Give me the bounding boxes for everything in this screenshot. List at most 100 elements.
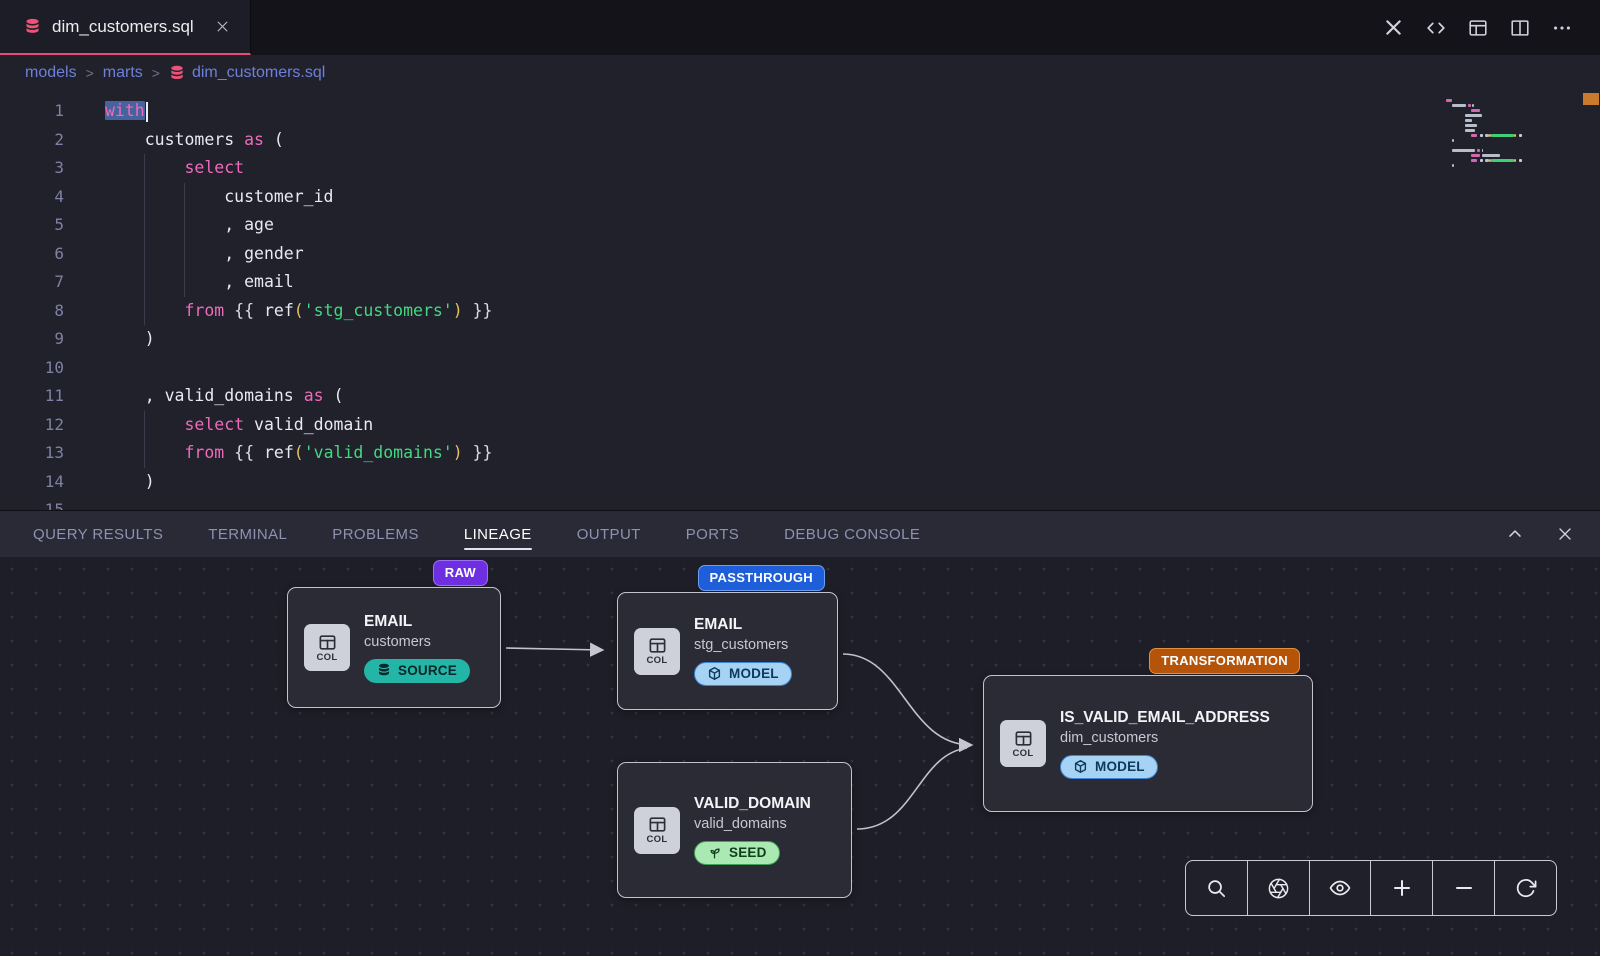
code-line[interactable]: 4 customer_id <box>0 183 1600 212</box>
code-token: ) <box>453 301 463 320</box>
dbt-extension-icon[interactable] <box>1377 11 1410 44</box>
code-token <box>224 301 234 320</box>
search-button[interactable] <box>1186 861 1248 915</box>
column-icon-label: COL <box>647 656 668 666</box>
lineage-node-customers[interactable]: RAWCOLEMAILcustomersSOURCE <box>287 587 501 708</box>
line-number: 8 <box>0 297 64 326</box>
panel-tab-bar: QUERY RESULTS TERMINAL PROBLEMS LINEAGE OUTP… <box>0 510 1600 557</box>
line-number: 5 <box>0 211 64 240</box>
code-line[interactable]: 13 from {{ ref('valid_domains') }} <box>0 439 1600 468</box>
lineage-node-dim_customers[interactable]: TRANSFORMATIONCOLIS_VALID_EMAIL_ADDRESSd… <box>983 675 1313 812</box>
breadcrumb-item-dim-customers-sql[interactable]: dim_customers.sql <box>169 64 325 82</box>
selected-token: with <box>105 101 145 120</box>
code-token: }} <box>473 301 493 320</box>
node-title: EMAIL <box>364 613 470 631</box>
code-line[interactable]: 8 from {{ ref('stg_customers') }} <box>0 297 1600 326</box>
panel-tab-debug-console[interactable]: DEBUG CONSOLE <box>784 511 920 557</box>
code-line[interactable]: 15 <box>0 496 1600 510</box>
node-tag-passthrough: PASSTHROUGH <box>698 565 825 591</box>
minimap-line <box>1446 149 1554 152</box>
panel-tab-output[interactable]: OUTPUT <box>577 511 641 557</box>
code-token: ( <box>294 301 304 320</box>
text-cursor <box>146 102 148 122</box>
breadcrumb-item-models[interactable]: models <box>25 64 77 82</box>
line-number: 1 <box>0 97 64 126</box>
line-number: 6 <box>0 240 64 269</box>
code-line[interactable]: 6 , gender <box>0 240 1600 269</box>
table-icon[interactable] <box>1461 11 1494 44</box>
node-badge-model: MODEL <box>694 662 792 686</box>
code-text: ) <box>105 468 155 497</box>
lineage-node-stg_customers[interactable]: PASSTHROUGHCOLEMAILstg_customersMODEL <box>617 592 838 710</box>
editor-actions <box>1377 0 1600 55</box>
breadcrumb-separator: > <box>86 65 94 81</box>
column-icon: COL <box>634 628 680 675</box>
code-line[interactable]: 5 , age <box>0 211 1600 240</box>
column-icon-label: COL <box>647 835 668 845</box>
lineage-node-valid_domains[interactable]: COLVALID_DOMAINvalid_domainsSEED <box>617 762 852 898</box>
line-number: 13 <box>0 439 64 468</box>
more-actions-icon[interactable] <box>1545 11 1578 44</box>
tab-dim-customers-sql[interactable]: dim_customers.sql <box>0 0 251 55</box>
code-token: valid_domain <box>244 415 373 434</box>
code-editor[interactable]: 1 with 2 customers as (3 select4 customer_… <box>0 91 1600 510</box>
code-line[interactable]: 14 ) <box>0 468 1600 497</box>
code-token: {{ <box>234 301 254 320</box>
code-line[interactable]: 2 customers as ( <box>0 126 1600 155</box>
code-token: ) <box>105 472 155 491</box>
column-icon: COL <box>634 807 680 854</box>
editor-tab-bar: dim_customers.sql <box>0 0 1600 55</box>
aperture-button[interactable] <box>1248 861 1310 915</box>
eye-button[interactable] <box>1310 861 1372 915</box>
line-number: 2 <box>0 126 64 155</box>
panel-tab-terminal[interactable]: TERMINAL <box>208 511 287 557</box>
code-token: select <box>184 158 244 177</box>
minimap-line <box>1446 124 1554 127</box>
code-line[interactable]: 9 ) <box>0 325 1600 354</box>
breadcrumb-label: marts <box>103 64 143 82</box>
panel-tab-lineage[interactable]: LINEAGE <box>464 511 532 557</box>
minimap-line <box>1446 139 1554 142</box>
code-line[interactable]: 11 , valid_domains as ( <box>0 382 1600 411</box>
code-token: ref <box>254 301 294 320</box>
code-token: ) <box>105 329 155 348</box>
indent-guide <box>184 183 185 297</box>
panel-tab-problems[interactable]: PROBLEMS <box>332 511 419 557</box>
code-token: ref <box>254 443 294 462</box>
seed-badge-icon <box>707 845 722 860</box>
zoom-in-button[interactable] <box>1371 861 1433 915</box>
badge-label: SEED <box>729 845 767 860</box>
code-line[interactable]: 12 select valid_domain <box>0 411 1600 440</box>
minimap-line <box>1446 169 1554 172</box>
code-line[interactable]: 10 <box>0 354 1600 383</box>
lineage-toolbar <box>1185 860 1557 916</box>
refresh-button[interactable] <box>1495 861 1556 915</box>
minimap[interactable] <box>1446 99 1554 174</box>
code-token: {{ <box>234 443 254 462</box>
panel-close-icon[interactable] <box>1552 521 1578 547</box>
code-line[interactable]: 1 with <box>0 97 1600 126</box>
code-line[interactable]: 3 select <box>0 154 1600 183</box>
minimap-line <box>1446 129 1554 132</box>
panel-chevron-up-icon[interactable] <box>1502 521 1528 547</box>
minimap-line <box>1446 144 1554 147</box>
code-token: , valid_domains <box>105 386 304 405</box>
node-title: EMAIL <box>694 616 792 634</box>
panel-tab-ports[interactable]: PORTS <box>686 511 739 557</box>
lineage-canvas[interactable]: RAWCOLEMAILcustomersSOURCE PASSTHROUGH COL… <box>0 557 1600 956</box>
code-text: select <box>105 154 244 183</box>
panel-tab-query-results[interactable]: QUERY RESULTS <box>33 511 163 557</box>
minimap-line <box>1446 119 1554 122</box>
split-editor-icon[interactable] <box>1503 11 1536 44</box>
tab-close-icon[interactable] <box>215 19 230 34</box>
code-icon[interactable] <box>1419 11 1452 44</box>
minimap-line <box>1446 114 1554 117</box>
code-token: as <box>244 130 264 149</box>
breadcrumb: models>marts>dim_customers.sql <box>0 55 1600 91</box>
code-line[interactable]: 7 , email <box>0 268 1600 297</box>
code-text: customers as ( <box>105 126 284 155</box>
code-token: select <box>184 415 244 434</box>
breadcrumb-item-marts[interactable]: marts <box>103 64 143 82</box>
zoom-out-button[interactable] <box>1433 861 1495 915</box>
node-badge-seed: SEED <box>694 841 780 865</box>
